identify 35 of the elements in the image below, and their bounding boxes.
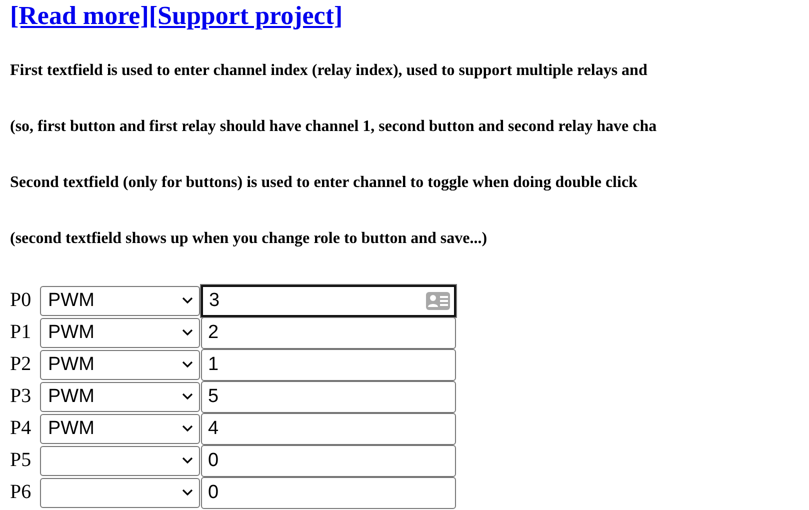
role-dropdown[interactable]: PWM (40, 318, 200, 348)
role-dropdown[interactable]: PWM (40, 382, 200, 412)
channel-field[interactable]: 5 (201, 380, 456, 413)
channel-field[interactable]: 2 (201, 316, 456, 349)
pin-label: P6 (10, 481, 32, 504)
paragraph: Second textfield (only for buttons) is used to enter channel to toggle when doing double click (10, 172, 638, 193)
paragraph: First textfield is used to enter channel index (relay index), used to support multiple relays and (10, 60, 648, 81)
channel-field[interactable]: 1 (201, 348, 456, 381)
paragraph: (second textfield shows up when you change role to button and save...) (10, 228, 488, 249)
chevron-down-icon (182, 489, 193, 496)
pin-label: P2 (10, 353, 32, 376)
role-dropdown[interactable] (40, 446, 200, 476)
chevron-down-icon (182, 425, 193, 432)
link[interactable]: [Support project] (148, 2, 343, 31)
chevron-down-icon (182, 297, 193, 304)
channel-field[interactable]: 0 (201, 444, 456, 477)
channel-field[interactable]: 3 (201, 284, 456, 317)
contact-card-icon (426, 292, 450, 310)
channel-field[interactable]: 4 (201, 412, 456, 445)
role-dropdown[interactable] (40, 478, 200, 508)
pin-label: P4 (10, 417, 32, 440)
chevron-down-icon (182, 361, 193, 368)
paragraph: (so, first button and first relay should have channel 1, second button and second relay have cha (10, 116, 658, 137)
role-dropdown[interactable]: PWM (40, 286, 200, 316)
pin-label: P1 (10, 321, 32, 344)
pin-label: P3 (10, 385, 32, 408)
channel-field[interactable]: 0 (201, 476, 456, 509)
role-dropdown[interactable]: PWM (40, 414, 200, 444)
pin-label: P5 (10, 449, 32, 472)
pin-label: P0 (10, 289, 32, 312)
link[interactable]: [Read more] (10, 2, 149, 31)
chevron-down-icon (182, 457, 193, 464)
chevron-down-icon (182, 393, 193, 400)
role-dropdown[interactable]: PWM (40, 350, 200, 380)
chevron-down-icon (182, 329, 193, 336)
